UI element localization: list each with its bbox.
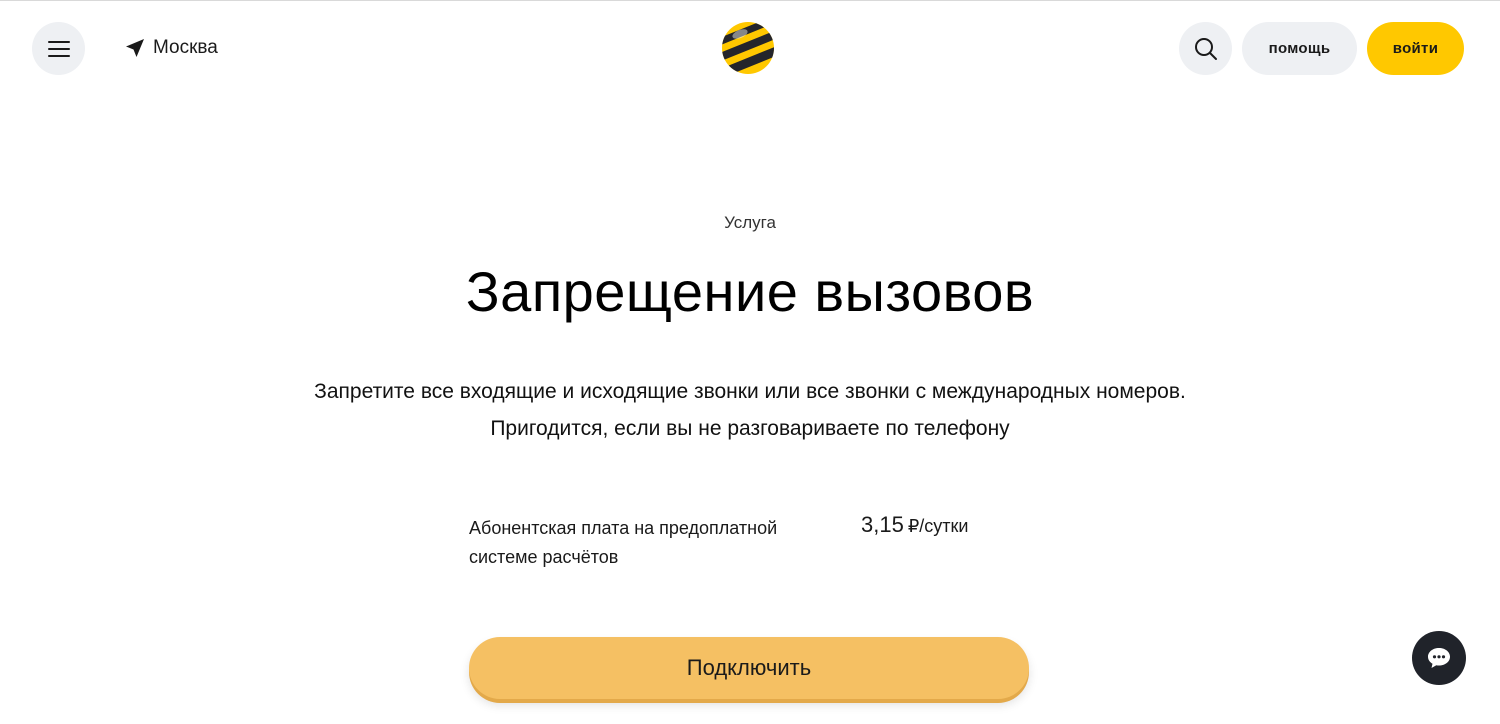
page: Москва помощь войти Услуга Запрещение вы… [0,0,1500,724]
search-button[interactable] [1179,22,1232,75]
fee-label: Абонентская плата на предоплатной систем… [469,518,778,567]
help-button[interactable]: помощь [1242,22,1357,75]
service-eyebrow: Услуга [724,213,776,232]
page-title: Запрещение вызовов [465,260,1035,323]
menu-button[interactable] [32,22,85,75]
location-arrow-icon [126,39,144,57]
city-selector[interactable]: Москва [125,37,218,59]
login-button[interactable]: войти [1367,22,1464,75]
beeline-logo[interactable] [721,21,775,75]
chat-button[interactable] [1412,631,1466,685]
fee-amount: 3,15 [861,512,904,537]
beeline-logo-icon [722,22,774,74]
connect-button[interactable]: Подключить [469,637,1029,699]
service-description: Запретите все входящие и исходящие звонк… [314,380,1186,440]
city-label: Москва [153,37,218,58]
hamburger-icon [47,40,70,57]
chat-bubble-icon [1428,648,1450,668]
fee-unit: ₽/сутки [907,516,969,536]
fee-value: 3,15 ₽/сутки [861,512,968,538]
search-icon [1194,37,1217,60]
